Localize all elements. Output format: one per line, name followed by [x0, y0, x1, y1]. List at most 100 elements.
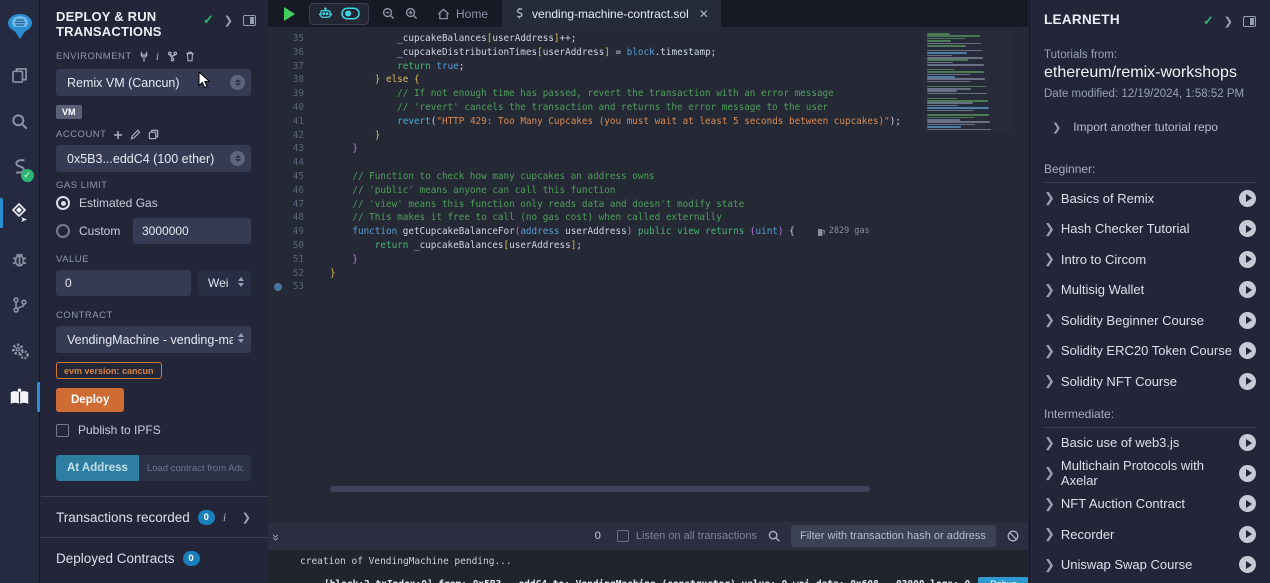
- code-line[interactable]: 47 // 'view' means this function only re…: [268, 198, 1028, 212]
- expand-terminal-icon[interactable]: »: [269, 533, 284, 538]
- deployed-contracts-row[interactable]: Deployed Contracts 0: [41, 538, 268, 578]
- code-region[interactable]: 35 _cupcakeBalances[userAddress]++;36 _c…: [268, 27, 1028, 514]
- tutorial-item[interactable]: ❯Basics of Remix: [1044, 183, 1256, 214]
- play-tutorial-button[interactable]: [1239, 373, 1256, 390]
- terminal-tx-row[interactable]: [block:2 txIndex:0] from: 0x5B3...eddC4 …: [324, 577, 1028, 583]
- run-script-button[interactable]: [284, 7, 295, 21]
- line-number[interactable]: 39: [293, 88, 304, 99]
- code-line[interactable]: 41 revert("HTTP 429: Too Many Cupcakes (…: [268, 115, 1028, 129]
- line-number[interactable]: 46: [293, 185, 304, 196]
- code-line[interactable]: 53: [268, 280, 1028, 294]
- tutorial-item[interactable]: ❯Hash Checker Tutorial: [1044, 214, 1256, 245]
- close-tab-icon[interactable]: ✕: [699, 7, 709, 21]
- code-line[interactable]: 49 function getCupcakeBalanceFor(address…: [268, 225, 1028, 239]
- tutorial-item[interactable]: ❯Recorder: [1044, 519, 1256, 550]
- tab-vending-machine-contract[interactable]: vending-machine-contract.sol ✕: [502, 0, 721, 27]
- play-tutorial-button[interactable]: [1239, 281, 1256, 298]
- edit-icon[interactable]: [130, 129, 141, 140]
- terminal-filter-input[interactable]: [791, 525, 996, 547]
- learneth-icon[interactable]: [0, 374, 40, 420]
- tutorial-item[interactable]: ❯Multichain Protocols with Axelar: [1044, 458, 1256, 489]
- estimated-gas-radio[interactable]: [56, 196, 70, 210]
- at-address-button[interactable]: At Address: [56, 455, 139, 481]
- terminal-content[interactable]: creation of VendingMachine pending... [b…: [268, 550, 1028, 583]
- fork-icon[interactable]: [167, 51, 178, 62]
- search-icon[interactable]: [0, 98, 40, 144]
- tutorial-item[interactable]: ❯Solidity ERC20 Token Course: [1044, 336, 1256, 367]
- solidity-compiler-icon[interactable]: ✓: [0, 144, 40, 190]
- line-number[interactable]: 51: [293, 254, 304, 265]
- value-unit-select[interactable]: Wei: [198, 270, 251, 296]
- line-number[interactable]: 49: [293, 226, 304, 237]
- play-tutorial-button[interactable]: [1239, 434, 1256, 451]
- code-line[interactable]: 35 _cupcakeBalances[userAddress]++;: [268, 32, 1028, 46]
- breakpoint-dot[interactable]: [274, 283, 282, 291]
- zoom-in-icon[interactable]: [404, 6, 419, 21]
- line-number[interactable]: 47: [293, 199, 304, 210]
- account-select[interactable]: 0x5B3...eddC4 (100 ether): [56, 145, 251, 172]
- git-icon[interactable]: [0, 282, 40, 328]
- ai-robot-icon[interactable]: [318, 6, 333, 21]
- at-address-input[interactable]: [139, 455, 251, 481]
- pin-panel-icon[interactable]: [1243, 16, 1256, 27]
- chevron-right-icon[interactable]: ❯: [1224, 15, 1233, 28]
- line-number[interactable]: 45: [293, 171, 304, 182]
- code-line[interactable]: 51 }: [268, 253, 1028, 267]
- tutorial-item[interactable]: ❯Basic use of web3.js: [1044, 428, 1256, 459]
- settings-icon[interactable]: [0, 328, 40, 374]
- play-tutorial-button[interactable]: [1239, 312, 1256, 329]
- horizontal-scrollbar[interactable]: [330, 486, 870, 492]
- minimap[interactable]: [923, 30, 1013, 132]
- code-line[interactable]: 52}: [268, 267, 1028, 281]
- line-number[interactable]: 48: [293, 212, 304, 223]
- line-number[interactable]: 38: [293, 74, 304, 85]
- line-number[interactable]: 36: [293, 47, 304, 58]
- code-line[interactable]: 46 // 'public' means anyone can call thi…: [268, 184, 1028, 198]
- play-tutorial-button[interactable]: [1239, 495, 1256, 512]
- environment-select[interactable]: Remix VM (Cancun): [56, 69, 251, 96]
- terminal-search-icon[interactable]: [767, 529, 781, 543]
- play-tutorial-button[interactable]: [1239, 342, 1256, 359]
- trash-icon[interactable]: [185, 51, 195, 62]
- code-line[interactable]: 50 return _cupcakeBalances[userAddress];: [268, 239, 1028, 253]
- line-number[interactable]: 42: [293, 130, 304, 141]
- chevron-right-icon[interactable]: ❯: [242, 511, 251, 524]
- code-line[interactable]: 36 _cupcakeDistributionTimes[userAddress…: [268, 46, 1028, 60]
- play-tutorial-button[interactable]: [1239, 526, 1256, 543]
- code-line[interactable]: 43 }: [268, 142, 1028, 156]
- info-icon[interactable]: i: [156, 49, 160, 64]
- play-tutorial-button[interactable]: [1239, 251, 1256, 268]
- transactions-recorded-row[interactable]: Transactions recorded 0 i ❯: [41, 497, 268, 537]
- deploy-run-icon[interactable]: [0, 190, 40, 236]
- code-line[interactable]: 39 // If not enough time has passed, rev…: [268, 87, 1028, 101]
- custom-gas-input[interactable]: [133, 218, 251, 244]
- code-line[interactable]: 45 // Function to check how many cupcake…: [268, 170, 1028, 184]
- import-repo-row[interactable]: ❯ Import another tutorial repo: [1030, 100, 1270, 142]
- line-number[interactable]: 43: [293, 143, 304, 154]
- code-line[interactable]: 48 // This makes it free to call (no gas…: [268, 211, 1028, 225]
- tutorial-item[interactable]: ❯Multisig Wallet: [1044, 275, 1256, 306]
- copilot-toggle-icon[interactable]: [341, 7, 360, 20]
- file-explorer-icon[interactable]: [0, 52, 40, 98]
- tutorial-item[interactable]: ❯Solidity NFT Course: [1044, 366, 1256, 397]
- code-line[interactable]: 42 }: [268, 129, 1028, 143]
- tutorial-item[interactable]: ❯Intro to Circom: [1044, 244, 1256, 275]
- play-tutorial-button[interactable]: [1239, 556, 1256, 573]
- line-number[interactable]: 53: [293, 281, 304, 292]
- clear-terminal-icon[interactable]: [1006, 529, 1020, 543]
- listen-all-checkbox[interactable]: [617, 530, 629, 542]
- line-number[interactable]: 37: [293, 61, 304, 72]
- tutorial-item[interactable]: ❯Solidity Beginner Course: [1044, 305, 1256, 336]
- chevron-right-icon[interactable]: ❯: [224, 14, 233, 27]
- custom-gas-radio[interactable]: [56, 224, 70, 238]
- copy-icon[interactable]: [148, 129, 159, 140]
- contract-select[interactable]: VendingMachine - vending-machin: [56, 326, 251, 353]
- line-number[interactable]: 40: [293, 102, 304, 113]
- debugger-icon[interactable]: [0, 236, 40, 282]
- code-line[interactable]: 44: [268, 156, 1028, 170]
- play-tutorial-button[interactable]: [1239, 220, 1256, 237]
- line-number[interactable]: 52: [293, 268, 304, 279]
- line-number[interactable]: 35: [293, 33, 304, 44]
- code-line[interactable]: 40 // 'revert' cancels the transaction a…: [268, 101, 1028, 115]
- line-number[interactable]: 50: [293, 240, 304, 251]
